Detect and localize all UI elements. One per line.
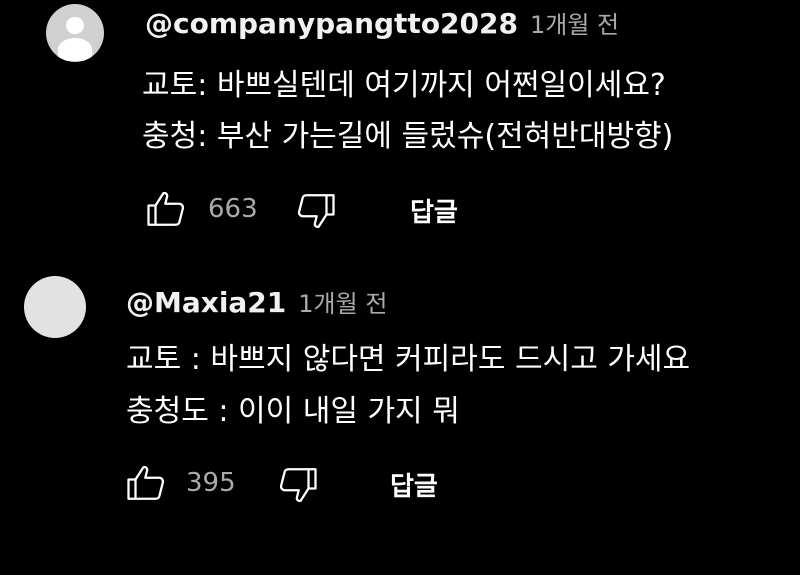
reply-button[interactable]: 답글 <box>390 466 438 503</box>
like-count: 663 <box>208 194 258 224</box>
comment-actions: 663 답글 <box>140 188 500 230</box>
like-button[interactable] <box>120 462 172 504</box>
comment-line: 교토 : 바쁘지 않다면 커피라도 드시고 가세요 <box>126 342 691 377</box>
comment-author[interactable]: @Maxia21 <box>126 286 286 319</box>
comment-line: 충청: 부산 가는길에 들렀슈(전혀반대방향) <box>142 119 674 154</box>
like-count: 395 <box>186 468 236 498</box>
like-button[interactable] <box>140 188 192 230</box>
comment-body: 교토 : 바쁘지 않다면 커피라도 드시고 가세요 충청도 : 이이 내일 가지… <box>126 334 690 438</box>
comment-body: 교토: 바쁘실텐데 여기까지 어쩐일이세요? 충청: 부산 가는길에 들렀슈(전… <box>142 60 673 162</box>
comment-item: @Maxia21 1개월 전 교토 : 바쁘지 않다면 커피라도 드시고 가세요 … <box>0 250 800 575</box>
comment-time[interactable]: 1개월 전 <box>298 290 387 318</box>
reply-button[interactable]: 답글 <box>410 192 458 229</box>
comment-header: @Maxia21 1개월 전 <box>126 284 387 319</box>
avatar[interactable] <box>24 276 86 338</box>
dislike-button[interactable] <box>290 190 342 232</box>
comment-line: 충청도 : 이이 내일 가지 뭐 <box>126 394 460 429</box>
comment-time[interactable]: 1개월 전 <box>530 11 619 39</box>
comment-item: @companypangtto2028 1개월 전 교토: 바쁘실텐데 여기까지 … <box>0 0 800 250</box>
comment-actions: 395 답글 <box>120 462 480 504</box>
comment-header: @companypangtto2028 1개월 전 <box>145 5 619 40</box>
user-silhouette-icon <box>66 16 84 35</box>
dislike-button[interactable] <box>272 464 324 506</box>
avatar[interactable] <box>46 4 104 62</box>
comment-line: 교토: 바쁘실텐데 여기까지 어쩐일이세요? <box>142 68 666 103</box>
comment-author[interactable]: @companypangtto2028 <box>145 7 518 40</box>
